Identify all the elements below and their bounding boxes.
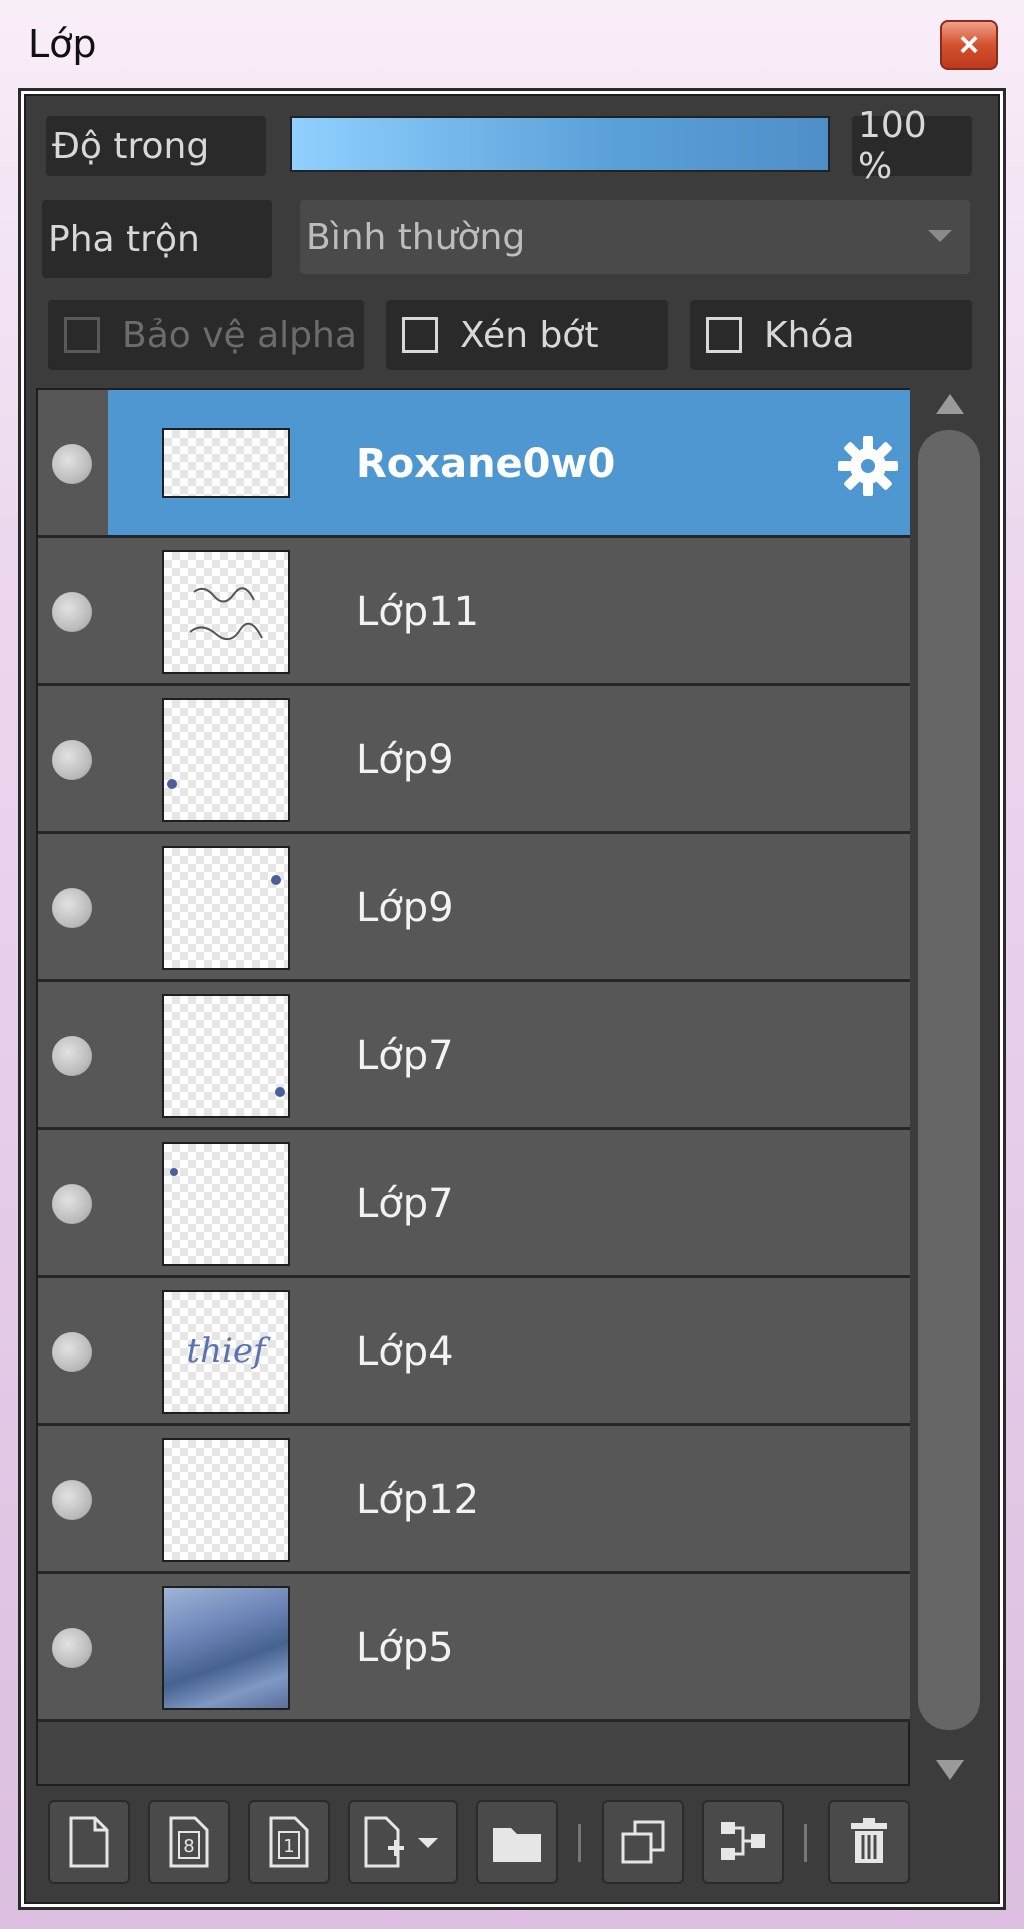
visibility-icon[interactable] [52, 888, 92, 928]
add-layer-dropdown-button[interactable] [348, 1800, 458, 1884]
layer-thumbnail [162, 1586, 290, 1710]
layer-row[interactable]: Lớp5 [38, 1574, 910, 1722]
thumbnail-word: thief [186, 1331, 271, 1371]
opacity-label: Độ trong [46, 116, 266, 176]
layer-row[interactable]: Lớp11 [38, 538, 910, 686]
new-8bit-layer-icon: 8 [169, 1816, 209, 1868]
visibility-icon[interactable] [52, 444, 92, 484]
toolbar-divider [804, 1824, 807, 1862]
opacity-fill [292, 118, 828, 170]
layer-toolbar: 8 1 [36, 1790, 986, 1896]
chevron-down-icon [928, 230, 952, 242]
layer-row[interactable]: Lớp9 [38, 834, 910, 982]
new-layer-icon [69, 1816, 109, 1868]
visibility-icon[interactable] [52, 740, 92, 780]
visibility-icon[interactable] [52, 1628, 92, 1668]
new-layer-button[interactable] [48, 1800, 130, 1884]
scroll-thumb[interactable] [918, 430, 980, 1730]
duplicate-layer-button[interactable] [602, 1800, 684, 1884]
blend-mode-value: Bình thường [306, 216, 526, 258]
lock-label: Khóa [764, 314, 855, 356]
toolbar-divider [578, 1824, 581, 1862]
svg-text:1: 1 [283, 1836, 294, 1857]
thumbnail-mark [170, 1168, 178, 1176]
visibility-icon[interactable] [52, 1480, 92, 1520]
opacity-value[interactable]: 100 % [852, 105, 972, 187]
protect-alpha-label: Bảo vệ alpha [122, 314, 357, 356]
layer-thumbnail [162, 550, 290, 674]
new-1bit-layer-button[interactable]: 1 [248, 1800, 330, 1884]
visibility-icon[interactable] [52, 1036, 92, 1076]
layer-thumbnail [162, 1438, 290, 1562]
layer-thumbnail [162, 428, 290, 498]
layer-name: Lớp12 [356, 1477, 480, 1523]
layer-name: Lớp7 [356, 1033, 454, 1079]
blend-mode-select[interactable]: Bình thường [300, 200, 970, 274]
layer-thumbnail [162, 1142, 290, 1266]
scroll-down-icon[interactable] [936, 1760, 964, 1780]
layer-thumbnail [162, 994, 290, 1118]
layer-row[interactable]: Lớp9 [38, 686, 910, 834]
delete-layer-button[interactable] [828, 1800, 910, 1884]
layer-list: Roxane0w0 Lớp11 Lớp9 Lớp9 Lớp7 Lớp7 thie… [36, 388, 910, 1786]
clip-label: Xén bớt [460, 314, 599, 356]
new-1bit-layer-icon: 1 [269, 1816, 309, 1868]
layer-thumbnail: thief [162, 1290, 290, 1414]
clip-checkbox[interactable]: Xén bớt [386, 300, 668, 370]
lock-checkbox[interactable]: Khóa [690, 300, 972, 370]
protect-alpha-checkbox[interactable]: Bảo vệ alpha [48, 300, 364, 370]
folder-icon [493, 1828, 541, 1862]
window-title: Lớp [28, 22, 97, 66]
checkbox-box [64, 317, 100, 353]
duplicate-icon [621, 1820, 665, 1864]
close-icon: × [959, 26, 979, 64]
add-layer-dropdown-icon [364, 1816, 438, 1868]
layer-name: Lớp9 [356, 737, 454, 783]
merge-down-button[interactable] [702, 1800, 784, 1884]
layer-row[interactable]: Lớp12 [38, 1426, 910, 1574]
thumbnail-mark [167, 779, 177, 789]
layer-thumbnail [162, 698, 290, 822]
gear-icon[interactable] [836, 434, 900, 498]
new-8bit-layer-button[interactable]: 8 [148, 1800, 230, 1884]
thumbnail-text: thief [186, 1331, 271, 1371]
layer-name: Roxane0w0 [356, 441, 616, 487]
layer-window: Lớp × Độ trong 100 % Pha trộn Bình thườn… [0, 0, 1024, 1929]
layer-row[interactable]: Roxane0w0 [38, 390, 910, 538]
layer-name: Lớp4 [356, 1329, 454, 1375]
merge-down-icon [721, 1822, 765, 1860]
layer-name: Lớp5 [356, 1625, 454, 1671]
thumbnail-mark [275, 1087, 285, 1097]
visibility-icon[interactable] [52, 1332, 92, 1372]
trash-icon [851, 1818, 887, 1863]
visibility-icon[interactable] [52, 592, 92, 632]
checkbox-box [706, 317, 742, 353]
close-button[interactable]: × [940, 20, 998, 70]
layer-row[interactable]: Lớp7 [38, 1130, 910, 1278]
opacity-slider[interactable] [290, 116, 830, 172]
visibility-icon[interactable] [52, 1184, 92, 1224]
titlebar: Lớp × [0, 0, 1024, 90]
thumbnail-mark [271, 875, 281, 885]
layer-row[interactable]: thief Lớp4 [38, 1278, 910, 1426]
layer-row[interactable]: Lớp7 [38, 982, 910, 1130]
checkbox-box [402, 317, 438, 353]
layer-name: Lớp9 [356, 885, 454, 931]
blend-label: Pha trộn [42, 200, 272, 278]
layer-name: Lớp11 [356, 589, 480, 635]
scroll-up-icon[interactable] [936, 394, 964, 414]
svg-text:8: 8 [183, 1836, 194, 1857]
scribble-thumbnail [189, 587, 263, 641]
layer-thumbnail [162, 846, 290, 970]
layer-scrollbar[interactable] [912, 388, 986, 1786]
layer-name: Lớp7 [356, 1181, 454, 1227]
new-folder-button[interactable] [476, 1800, 558, 1884]
